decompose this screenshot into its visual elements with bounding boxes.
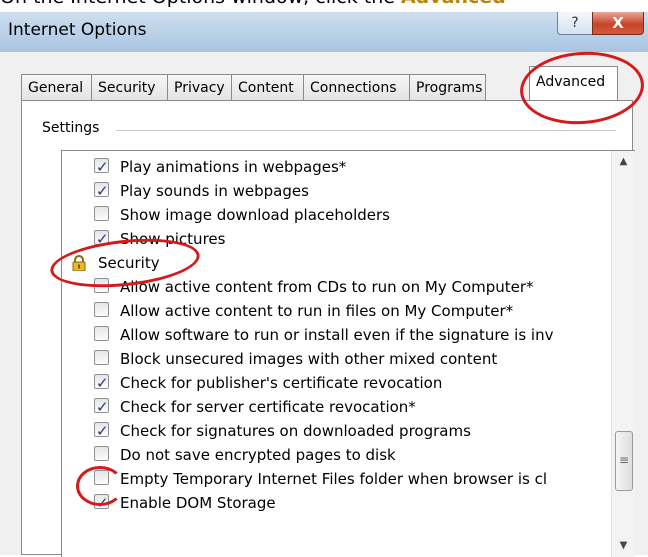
help-icon: ?	[571, 15, 579, 31]
help-button[interactable]: ?	[557, 12, 593, 35]
tab-content[interactable]: Content	[231, 74, 304, 100]
settings-divider	[116, 130, 616, 131]
tab-security[interactable]: Security	[91, 74, 168, 100]
checkbox[interactable]	[94, 446, 109, 461]
group-label: Security	[98, 254, 160, 272]
setting-label: Enable DOM Storage	[120, 494, 276, 512]
setting-label: Allow active content to run in files on …	[120, 302, 514, 320]
checkbox[interactable]	[94, 470, 109, 485]
settings-group-label: Settings	[42, 120, 100, 136]
instruction-emphasis: Advanced	[401, 0, 506, 8]
scroll-down-icon[interactable]: ▼	[612, 535, 635, 557]
checkbox[interactable]	[94, 326, 109, 341]
setting-label: Check for signatures on downloaded progr…	[120, 422, 471, 440]
setting-label: Do not save encrypted pages to disk	[120, 446, 396, 464]
scroll-up-icon[interactable]: ▲	[612, 151, 635, 173]
tab-programs[interactable]: Programs	[409, 74, 486, 100]
checkbox[interactable]: ✓	[94, 230, 109, 248]
vertical-scrollbar[interactable]: ▲ ≡ ▼	[611, 151, 635, 557]
tab-connections[interactable]: Connections	[303, 74, 410, 100]
setting-label: Block unsecured images with other mixed …	[120, 350, 498, 368]
setting-label: Play animations in webpages*	[120, 158, 347, 176]
checkmark-icon: ✓	[96, 158, 109, 176]
instruction-text: On the Internet Options window, click th…	[0, 0, 648, 12]
setting-label: Show pictures	[120, 230, 226, 248]
close-button[interactable]: X	[592, 12, 644, 35]
checkbox[interactable]	[94, 206, 109, 221]
close-icon: X	[612, 14, 624, 32]
checkmark-icon: ✓	[96, 374, 109, 392]
checkbox[interactable]: ✓	[94, 158, 109, 176]
lock-icon	[72, 255, 86, 271]
checkmark-icon: ✓	[96, 494, 109, 512]
tab-advanced[interactable]: Advanced	[529, 66, 618, 102]
settings-list[interactable]: ✓ Play animations in webpages* ✓ Play so…	[61, 150, 635, 557]
checkbox[interactable]	[94, 278, 109, 293]
checkbox[interactable]: ✓	[94, 374, 109, 392]
checkmark-icon: ✓	[96, 182, 109, 200]
dialog-body: General Security Privacy Content Connect…	[0, 52, 648, 557]
setting-label: Show image download placeholders	[120, 206, 390, 224]
checkbox[interactable]: ✓	[94, 494, 109, 512]
title-bar: Internet Options ? X	[0, 12, 648, 52]
tab-general[interactable]: General	[21, 74, 92, 100]
setting-label: Allow active content from CDs to run on …	[120, 278, 534, 296]
tab-privacy[interactable]: Privacy	[167, 74, 232, 100]
setting-label: Check for server certificate revocation*	[120, 398, 416, 416]
checkbox[interactable]	[94, 350, 109, 365]
checkmark-icon: ✓	[96, 398, 109, 416]
checkbox[interactable]: ✓	[94, 182, 109, 200]
setting-label: Allow software to run or install even if…	[120, 326, 554, 344]
setting-label: Empty Temporary Internet Files folder wh…	[120, 470, 548, 488]
advanced-panel: Settings ✓ Play animations in webpages* …	[21, 100, 635, 557]
checkbox[interactable]	[94, 302, 109, 317]
checkmark-icon: ✓	[96, 422, 109, 440]
checkmark-icon: ✓	[96, 230, 109, 248]
window-title: Internet Options	[8, 20, 147, 40]
instruction-prefix: On the Internet Options window, click th…	[0, 0, 401, 8]
checkbox[interactable]: ✓	[94, 422, 109, 440]
scroll-thumb[interactable]: ≡	[615, 431, 633, 491]
setting-label: Check for publisher's certificate revoca…	[120, 374, 443, 392]
setting-label: Play sounds in webpages	[120, 182, 309, 200]
checkbox[interactable]: ✓	[94, 398, 109, 416]
